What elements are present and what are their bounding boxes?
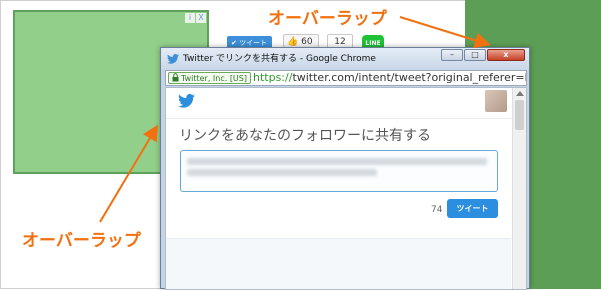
- twitter-bird-icon: ✔︎: [231, 39, 237, 47]
- tweet-intent-page: リンクをあなたのフォロワーに共有する 74 ツイート: [165, 87, 527, 290]
- footer-area: [166, 239, 511, 289]
- tweet-textarea[interactable]: [180, 150, 498, 192]
- scroll-up-arrow-icon[interactable]: [516, 91, 524, 96]
- vertical-scrollbar[interactable]: [512, 88, 526, 289]
- maximize-button[interactable]: □: [464, 49, 486, 61]
- character-counter: 74: [431, 205, 443, 215]
- ad-close-icon[interactable]: X: [196, 13, 206, 23]
- ev-certificate-badge[interactable]: Twitter, Inc. [US]: [168, 72, 251, 84]
- window-title: Twitter でリンクを共有する - Google Chrome: [183, 54, 376, 64]
- user-avatar[interactable]: [485, 90, 507, 112]
- twitter-logo-icon[interactable]: [178, 94, 195, 108]
- window-controls: – □ x: [441, 49, 525, 61]
- twitter-header: [166, 88, 511, 119]
- share-heading: リンクをあなたのフォロワーに共有する: [179, 128, 431, 144]
- thumbs-up-icon: 👍: [287, 37, 299, 47]
- scroll-thumb[interactable]: [515, 100, 524, 130]
- twitter-bird-icon: [167, 53, 179, 64]
- url-scheme: https://: [253, 71, 293, 84]
- url-text: twitter.com/intent/tweet?original_refere…: [292, 71, 527, 84]
- ad-choices-badge[interactable]: i X: [185, 13, 206, 24]
- window-titlebar[interactable]: Twitter でリンクを共有する - Google Chrome – □ x: [161, 48, 529, 70]
- like-count: 60: [301, 37, 313, 47]
- security-label: Twitter, Inc. [US]: [181, 74, 247, 83]
- address-bar[interactable]: Twitter, Inc. [US] https://twitter.com/i…: [165, 70, 527, 86]
- close-button[interactable]: x: [487, 49, 525, 61]
- chrome-popup-window[interactable]: Twitter でリンクを共有する - Google Chrome – □ x …: [160, 47, 530, 290]
- tweet-share-label: ツイート: [239, 39, 268, 47]
- blurred-text-line: [187, 169, 377, 176]
- lock-icon: [172, 73, 179, 82]
- overlap-label-bottom: オーバーラップ: [22, 231, 141, 251]
- overlap-label-top: オーバーラップ: [268, 9, 387, 29]
- tweet-submit-button[interactable]: ツイート: [447, 199, 498, 218]
- ad-info-icon[interactable]: i: [185, 13, 195, 23]
- blurred-text-line: [187, 158, 487, 165]
- minimize-button[interactable]: –: [441, 49, 463, 61]
